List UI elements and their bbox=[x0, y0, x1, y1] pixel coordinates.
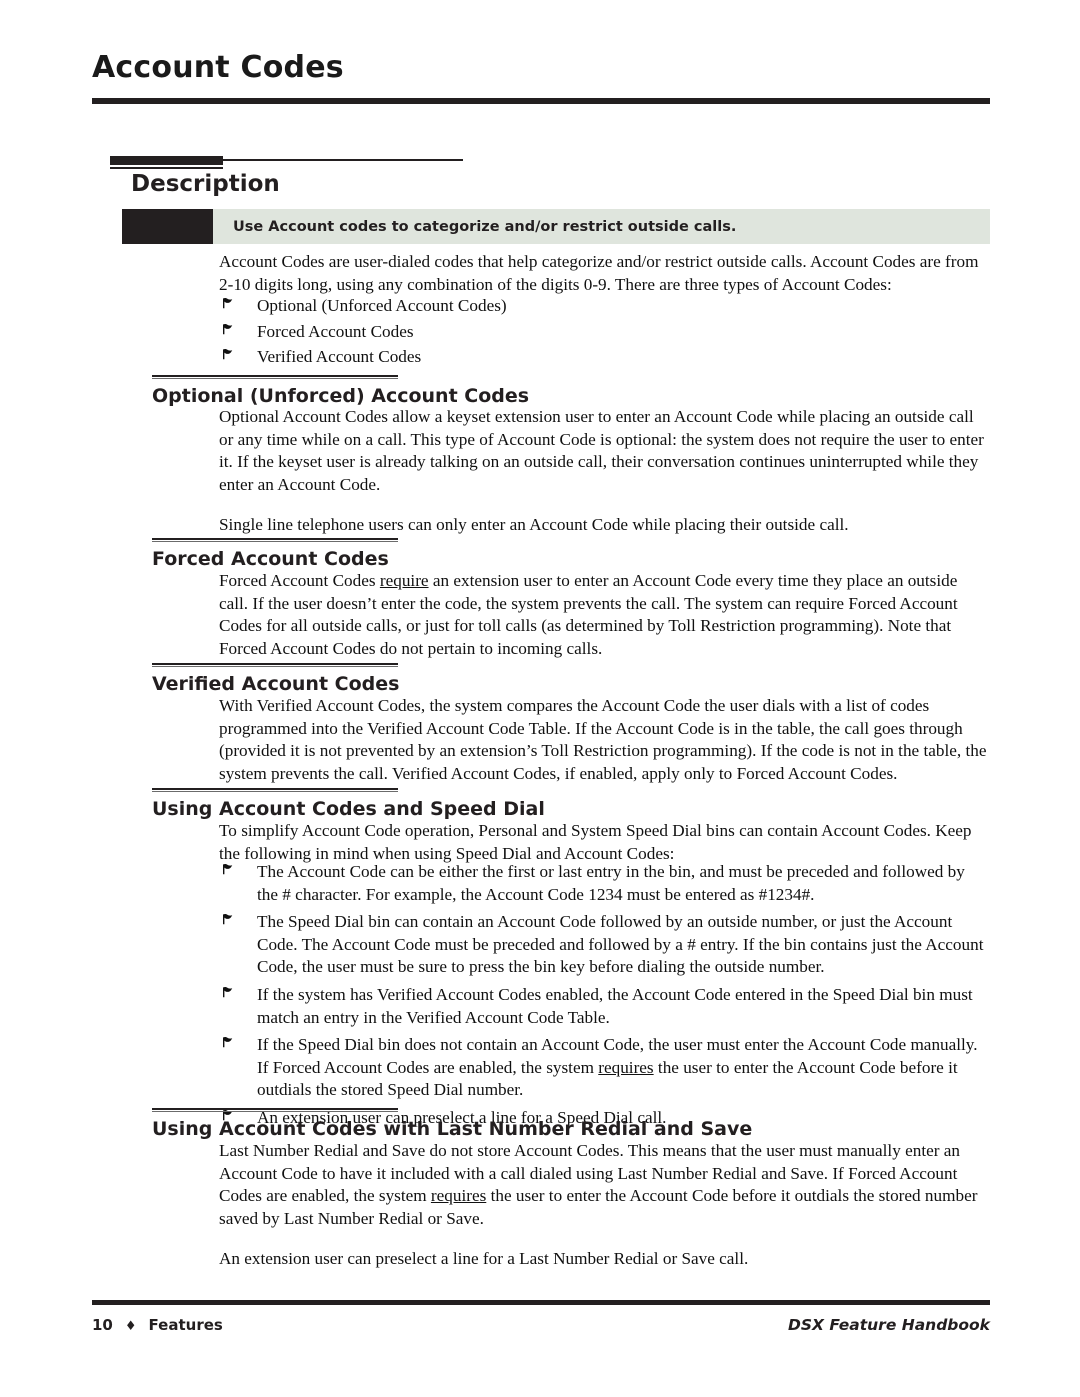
forced-text-underlined: require bbox=[379, 571, 429, 590]
forced-paragraph-1: Forced Account Codes require an extensio… bbox=[219, 570, 990, 660]
list-item: If the system has Verified Account Codes… bbox=[219, 984, 990, 1029]
subsection-rule bbox=[152, 1108, 398, 1112]
list-item-label: Optional (Unforced Account Codes) bbox=[257, 296, 507, 315]
flag-bullet-icon bbox=[222, 861, 238, 881]
footer-page-number: 10 bbox=[92, 1316, 113, 1334]
callout-banner: Use Account codes to categorize and/or r… bbox=[122, 209, 990, 244]
verified-paragraph-1: With Verified Account Codes, the system … bbox=[219, 696, 987, 783]
document-page: Account Codes Description Use Account co… bbox=[0, 0, 1080, 1397]
subsection-title: Forced Account Codes bbox=[152, 548, 389, 570]
flag-bullet-icon bbox=[222, 911, 238, 931]
redial-paragraph-1: Last Number Redial and Save do not store… bbox=[219, 1140, 990, 1230]
intro-paragraph: Account Codes are user-dialed codes that… bbox=[219, 252, 979, 294]
footer-book-title: DSX Feature Handbook bbox=[788, 1316, 990, 1334]
subsection-rule bbox=[152, 663, 398, 667]
header-divider bbox=[92, 98, 990, 104]
list-item: Forced Account Codes bbox=[219, 321, 990, 344]
callout-text: Use Account codes to categorize and/or r… bbox=[233, 218, 737, 235]
section-mark-thick-bar bbox=[110, 156, 223, 165]
subsection-rule bbox=[152, 375, 398, 379]
speed-dial-body: To simplify Account Code operation, Pers… bbox=[219, 820, 990, 865]
redial-paragraph-2: An extension user can preselect a line f… bbox=[219, 1249, 749, 1269]
footer-left-group: 10 ♦ Features bbox=[92, 1316, 223, 1334]
redial-body: Last Number Redial and Save do not store… bbox=[219, 1140, 990, 1271]
optional-body: Optional Account Codes allow a keyset ex… bbox=[219, 406, 990, 537]
list-item-label: Forced Account Codes bbox=[257, 321, 414, 341]
optional-paragraph-1: Optional Account Codes allow a keyset ex… bbox=[219, 407, 984, 494]
intro-paragraph-block: Account Codes are user-dialed codes that… bbox=[219, 251, 990, 296]
subsection-title: Using Account Codes with Last Number Red… bbox=[152, 1118, 753, 1140]
speed-dial-paragraph-1: To simplify Account Code operation, Pers… bbox=[219, 821, 972, 863]
diamond-icon: ♦ bbox=[124, 1319, 137, 1334]
section-mark-decoration bbox=[110, 156, 463, 170]
forced-text-a: Forced Account Codes bbox=[219, 571, 380, 590]
callout-swatch-block bbox=[122, 209, 213, 244]
flag-bullet-icon bbox=[222, 321, 238, 341]
footer-section-label: Features bbox=[148, 1316, 223, 1334]
list-item-label: If the system has Verified Account Codes… bbox=[257, 984, 973, 1027]
verified-body: With Verified Account Codes, the system … bbox=[219, 695, 990, 785]
list-item: The Account Code can be either the first… bbox=[219, 861, 990, 906]
flag-bullet-icon bbox=[222, 1034, 238, 1054]
speed-dial-bullet-list: The Account Code can be either the first… bbox=[219, 861, 990, 1133]
subsection-rule bbox=[152, 788, 398, 792]
list-item-text-underlined: requires bbox=[598, 1057, 654, 1077]
intro-bullet-list: Optional (Unforced Account Codes) Forced… bbox=[219, 295, 990, 372]
section-title-description: Description bbox=[131, 171, 280, 197]
forced-body: Forced Account Codes require an extensio… bbox=[219, 570, 990, 660]
list-item-label: The Account Code can be either the first… bbox=[257, 862, 965, 904]
subsection-rule bbox=[152, 538, 398, 542]
optional-paragraph-2: Single line telephone users can only ent… bbox=[219, 515, 849, 535]
page-title: Account Codes bbox=[92, 50, 344, 85]
subsection-title: Verified Account Codes bbox=[152, 673, 400, 695]
footer-divider bbox=[92, 1300, 990, 1305]
subsection-title: Using Account Codes and Speed Dial bbox=[152, 798, 545, 820]
flag-bullet-icon bbox=[222, 984, 238, 1004]
section-mark-thin-line bbox=[223, 159, 463, 161]
list-item: If the Speed Dial bin does not contain a… bbox=[219, 1034, 990, 1102]
list-item-label: Verified Account Codes bbox=[257, 347, 422, 367]
redial-text-underlined: requires bbox=[430, 1186, 487, 1206]
flag-bullet-icon bbox=[222, 295, 238, 315]
list-item: The Speed Dial bin can contain an Accoun… bbox=[219, 911, 990, 979]
list-item-label: The Speed Dial bin can contain an Accoun… bbox=[257, 912, 984, 977]
subsection-title: Optional (Unforced) Account Codes bbox=[152, 385, 530, 407]
section-mark-underline bbox=[110, 167, 223, 169]
list-item: Optional (Unforced Account Codes) bbox=[219, 295, 990, 318]
list-item: Verified Account Codes bbox=[219, 346, 990, 369]
flag-bullet-icon bbox=[222, 346, 238, 366]
